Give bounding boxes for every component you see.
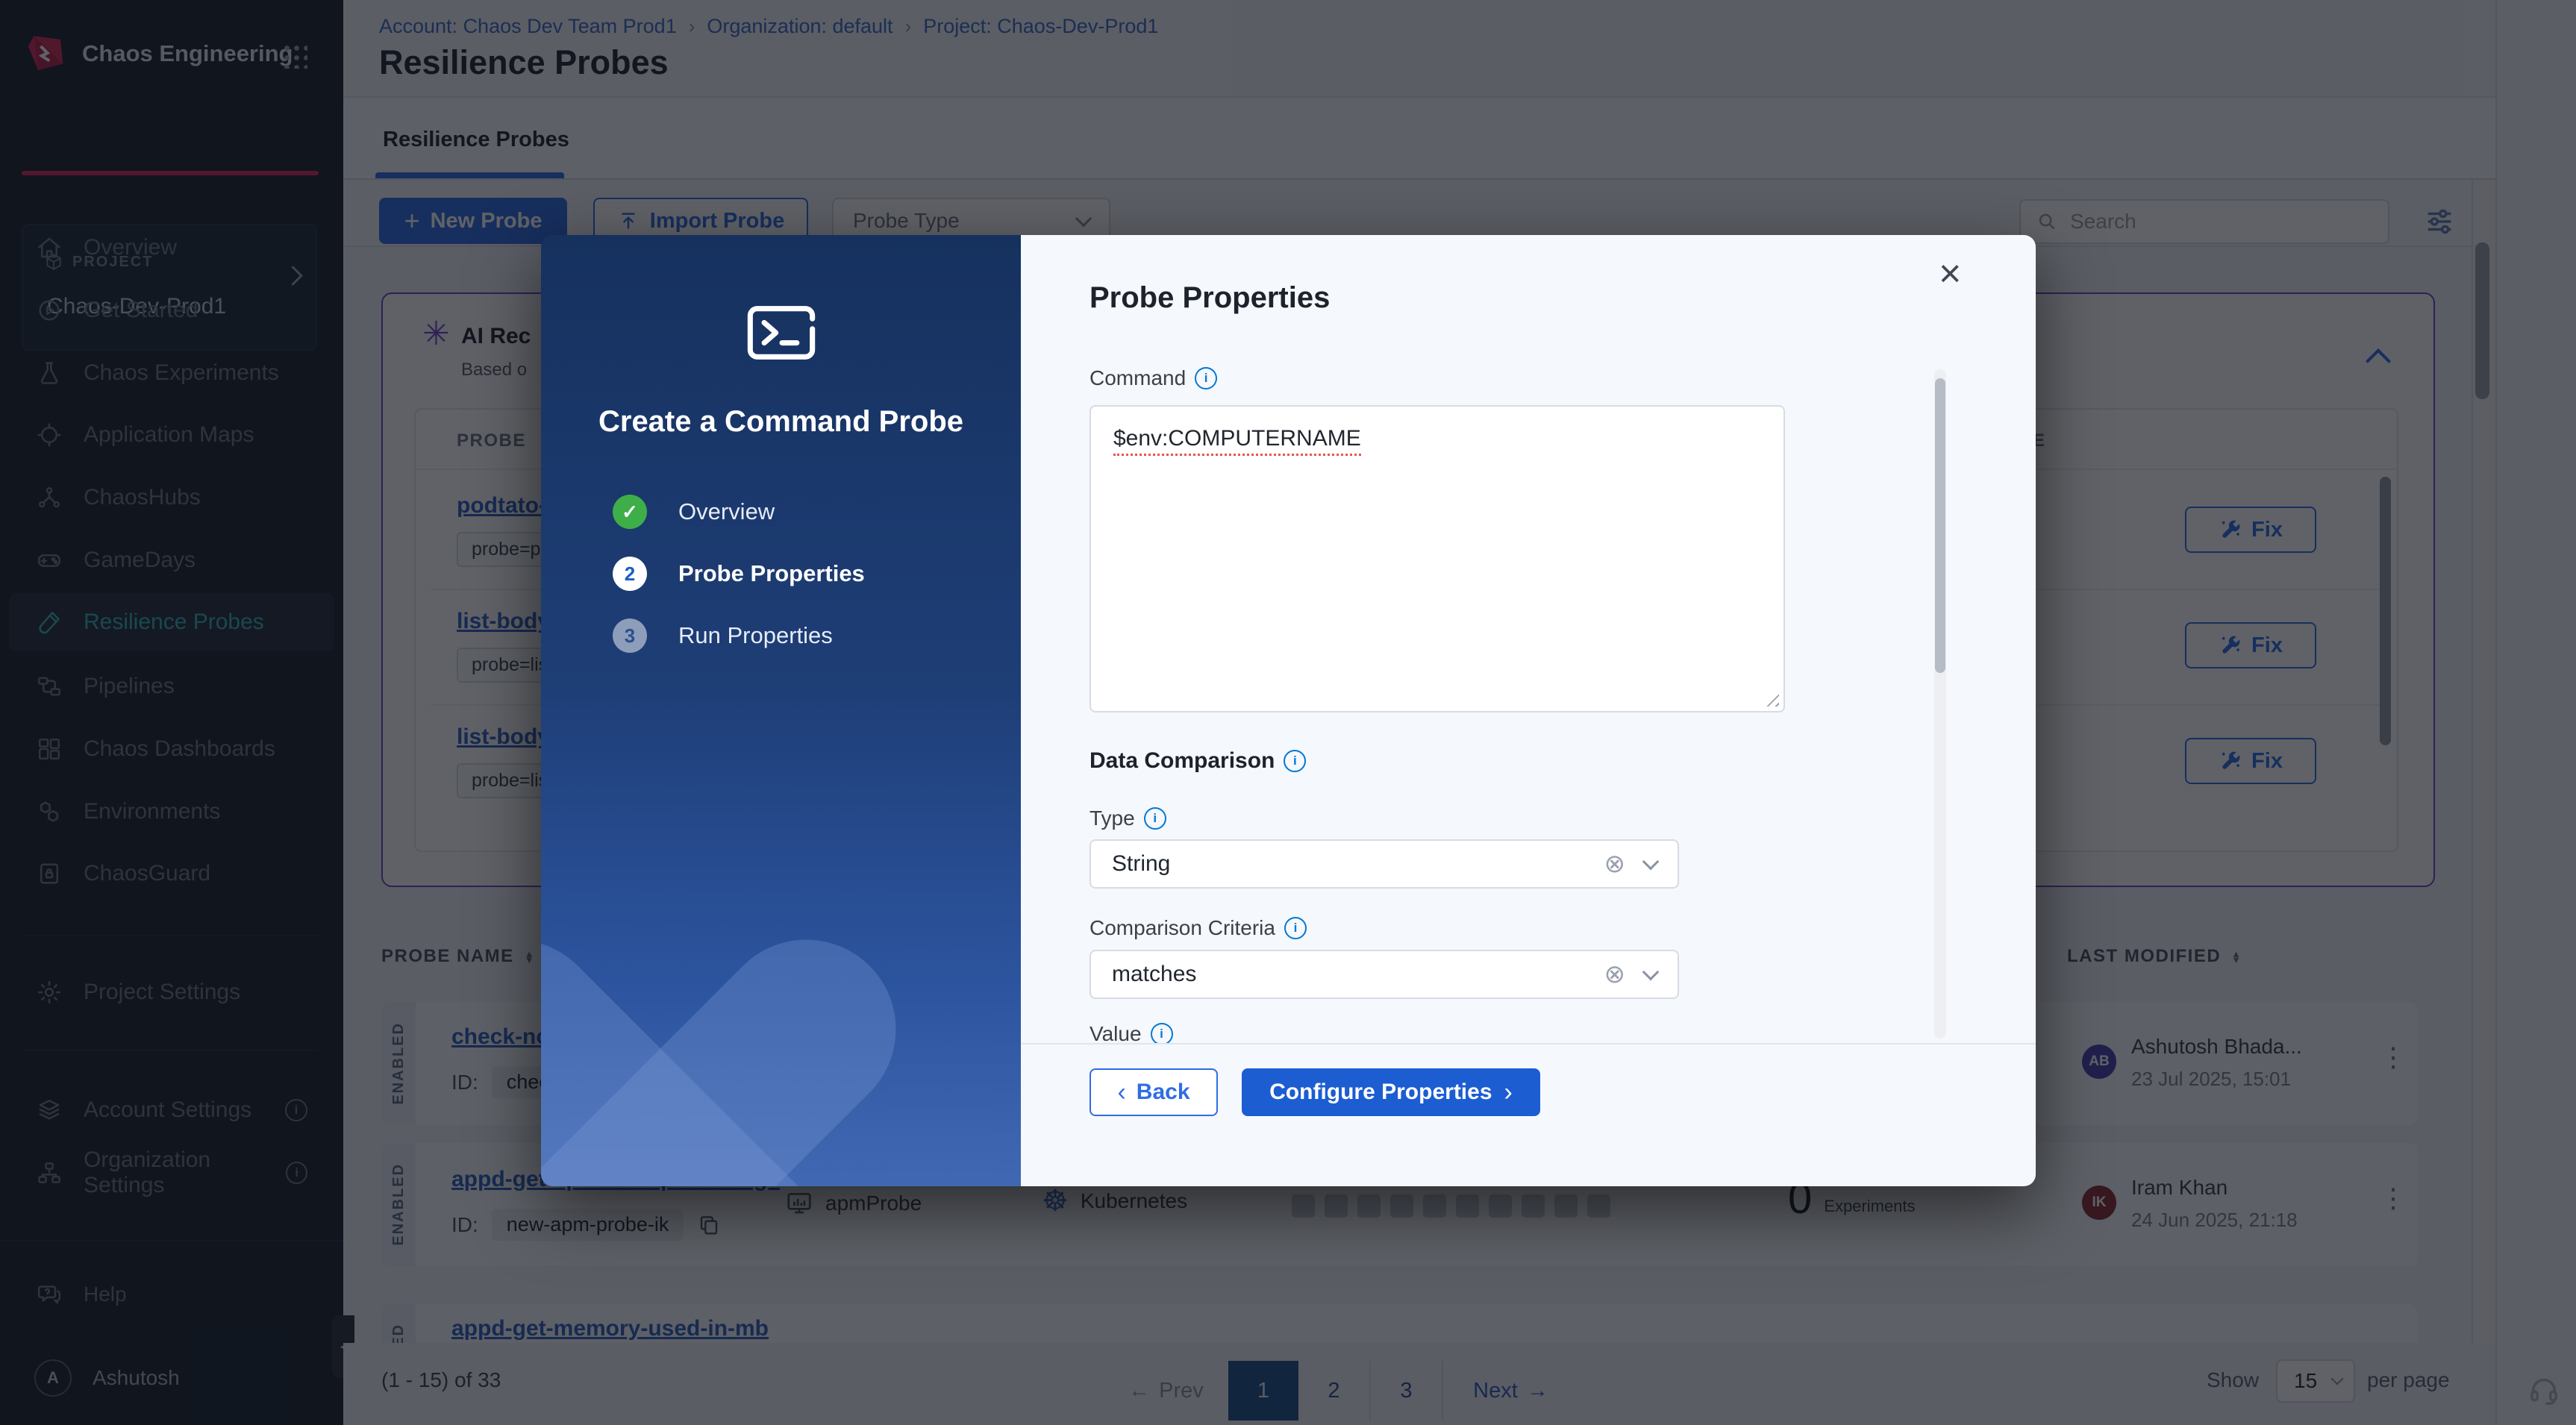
command-label: Commandi bbox=[1090, 366, 1217, 390]
step-number: 2 bbox=[613, 557, 647, 591]
data-comparison-heading: Data Comparisoni bbox=[1090, 748, 1306, 774]
probe-properties-panel: × Probe Properties Commandi $env:COMPUTE… bbox=[1021, 235, 2036, 1186]
chevron-down-icon bbox=[1642, 854, 1660, 871]
comparison-criteria-label: Comparison Criteriai bbox=[1090, 916, 1307, 940]
wizard-step-probe-properties[interactable]: 2 Probe Properties bbox=[613, 557, 865, 591]
command-textarea[interactable]: $env:COMPUTERNAME bbox=[1090, 405, 1785, 712]
info-icon[interactable]: i bbox=[1151, 1023, 1173, 1043]
create-command-probe-modal: Create a Command Probe ✓ Overview 2 Prob… bbox=[541, 235, 2036, 1186]
close-icon[interactable]: × bbox=[1939, 254, 1961, 293]
chevron-right-icon: › bbox=[1504, 1078, 1513, 1107]
back-button[interactable]: ‹Back bbox=[1090, 1068, 1218, 1116]
info-icon[interactable]: i bbox=[1284, 750, 1306, 772]
value-label-clipped: Valuei bbox=[1090, 1022, 1173, 1043]
info-icon[interactable]: i bbox=[1284, 917, 1307, 939]
wizard-step-overview[interactable]: ✓ Overview bbox=[613, 495, 775, 529]
step-number: 3 bbox=[613, 618, 647, 653]
terminal-icon bbox=[744, 301, 819, 365]
comparison-criteria-select[interactable]: matches ⊗ bbox=[1090, 950, 1679, 999]
clear-icon[interactable]: ⊗ bbox=[1604, 849, 1626, 879]
chevron-down-icon bbox=[1642, 964, 1660, 981]
step-done-check-icon: ✓ bbox=[613, 495, 647, 529]
info-icon[interactable]: i bbox=[1144, 807, 1166, 830]
app-window: Chaos Engineering PROJECT Chaos-Dev-Prod… bbox=[0, 0, 2576, 1425]
info-icon[interactable]: i bbox=[1195, 367, 1217, 389]
type-select[interactable]: String ⊗ bbox=[1090, 839, 1679, 889]
modal-scrollbar-track[interactable] bbox=[1934, 369, 1946, 1039]
type-label: Typei bbox=[1090, 807, 1166, 830]
clear-icon[interactable]: ⊗ bbox=[1604, 959, 1626, 989]
wizard-title: Create a Command Probe bbox=[541, 405, 1021, 439]
chevron-left-icon: ‹ bbox=[1117, 1078, 1125, 1107]
panel-title: Probe Properties bbox=[1090, 281, 1330, 315]
wizard-step-run-properties[interactable]: 3 Run Properties bbox=[613, 618, 833, 653]
configure-properties-button[interactable]: Configure Properties› bbox=[1242, 1068, 1540, 1116]
modal-scrollbar-thumb[interactable] bbox=[1935, 378, 1945, 673]
wizard-panel: Create a Command Probe ✓ Overview 2 Prob… bbox=[541, 235, 1021, 1186]
resize-grip-icon[interactable] bbox=[1761, 689, 1779, 707]
